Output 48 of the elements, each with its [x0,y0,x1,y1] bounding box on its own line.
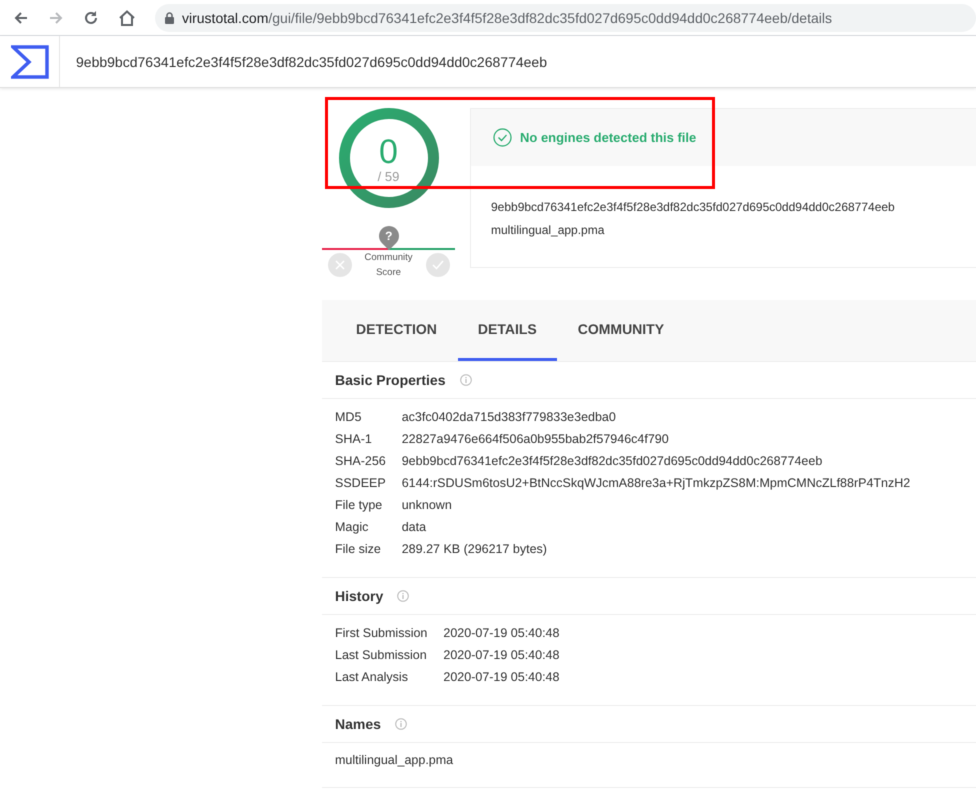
forward-icon[interactable] [48,10,64,26]
info-icon[interactable] [460,374,472,386]
check-circle-icon [493,128,512,147]
logo-icon[interactable] [10,44,48,78]
close-icon[interactable] [328,253,352,277]
file-name: multilingual_app.pma [491,223,604,237]
engine-total: / 59 [378,168,400,184]
community-score-label: Community Score [363,251,414,280]
property-value: 9ebb9bcd76341efc2e3f4f5f28e3df82dc35fd027d695c0dd94dd0c268774eeb [402,453,824,469]
property-value: unknown [402,497,453,513]
property-label: Last Analysis [335,669,409,685]
file-hash: 9ebb9bcd76341efc2e3f4f5f28e3df82dc35fd027d695c0dd94dd0c268774eeb [491,200,895,214]
address-bar[interactable]: virustotal.com/gui/file/9ebb9bcd76341efc2e3f4f5f28e3df82dc35fd027d695c0dd94dd0c268774eeb/details [155,4,976,32]
tab[interactable]: DETAILS [458,300,557,361]
back-icon[interactable] [13,10,29,26]
section-title: Basic Properties [335,372,446,388]
property-value: 2020-07-19 05:40:48 [443,625,560,641]
check-icon[interactable] [426,253,450,277]
lock-icon [165,12,174,24]
tab[interactable]: DETECTION [336,300,457,361]
property-value: 2020-07-19 05:40:48 [443,647,560,663]
verdict-text: No engines detected this file [520,130,696,145]
property-value: 6144:rSDUSm6tosU2+BtNccSkqWJcmA88re3a+RjTmkzpZS8M:MpmCMNcZLf88rP4TnzH2 [402,475,910,491]
property-label: Magic [335,519,370,535]
url-text: virustotal.com/gui/file/9ebb9bcd76341efc2e3f4f5f28e3df82dc35fd027d695c0dd94dd0c268774eeb/details [182,10,832,26]
property-label: Last Submission [335,647,428,663]
reload-icon[interactable] [83,10,99,26]
property-label: File size [335,541,382,557]
property-value: 2020-07-19 05:40:48 [443,669,560,685]
info-icon[interactable] [394,718,407,730]
property-label: SSDEEP [335,475,386,491]
home-icon[interactable] [118,10,136,26]
property-label: SHA-256 [335,453,386,469]
property-value: ac3fc0402da715d383f779833e3edba0 [402,409,617,425]
section-title: History [335,588,384,604]
property-label: MD5 [335,409,362,425]
file-name-entry: multilingual_app.pma [335,753,454,767]
property-label: File type [335,497,384,513]
tab[interactable]: COMMUNITY [558,300,684,361]
info-icon[interactable] [397,590,410,602]
section-title: Names [335,716,381,732]
property-label: SHA-1 [335,431,373,447]
search-field[interactable]: 9ebb9bcd76341efc2e3f4f5f28e3df82dc35fd027d695c0dd94dd0c268774eeb [76,54,548,70]
property-label: First Submission [335,625,428,641]
detection-count: 0 [379,134,398,168]
property-value: data [402,519,428,535]
property-value: 289.27 KB (296217 bytes) [402,541,548,557]
property-value: 22827a9476e664f506a0b955bab2f57946c4f790 [402,431,670,447]
